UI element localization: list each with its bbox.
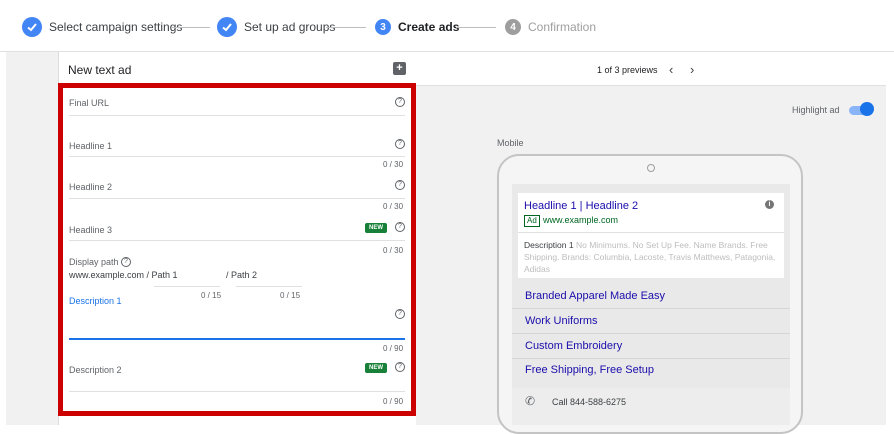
call-text[interactable]: Call 844-588-6275 [552, 397, 626, 407]
chevron-right-icon[interactable]: › [690, 62, 694, 77]
headline-1-input[interactable] [69, 156, 405, 157]
divider [518, 232, 784, 233]
description-1-counter: 0 / 90 [383, 344, 404, 353]
display-path-2[interactable]: / Path 2 [226, 270, 257, 280]
headline-2-input[interactable] [69, 198, 405, 199]
step-label: Confirmation [528, 20, 597, 34]
new-badge: NEW [365, 363, 387, 373]
step-label: Create ads [398, 20, 460, 34]
help-icon[interactable]: ? [395, 362, 405, 372]
ad-description: Description 1 No Minimums. No Set Up Fee… [524, 239, 782, 275]
sitelink[interactable]: Custom Embroidery [525, 340, 622, 352]
description-lead: Description 1 [524, 240, 574, 250]
help-icon[interactable]: ? [121, 257, 131, 267]
phone-camera-icon [647, 164, 655, 172]
description-1-input[interactable] [69, 338, 405, 340]
device-label: Mobile [497, 138, 524, 148]
display-path-prefix[interactable]: www.example.com / Path 1 [69, 270, 178, 280]
check-icon [217, 17, 237, 37]
divider [512, 308, 790, 309]
add-ad-icon[interactable]: + [393, 62, 406, 75]
sitelink[interactable]: Free Shipping, Free Setup [525, 364, 654, 376]
step-create-ads[interactable]: 3 Create ads [375, 17, 459, 37]
phone-icon: ✆ [525, 394, 536, 408]
ad-headline[interactable]: Headline 1 | Headline 2 [524, 200, 638, 212]
editor-header: New text ad + [58, 52, 416, 86]
description-2-input[interactable] [69, 391, 405, 392]
final-url-label: Final URL [69, 98, 110, 108]
headline-3-counter: 0 / 30 [383, 246, 404, 255]
progress-stepper: Select campaign settings Set up ad group… [0, 0, 894, 52]
headline-3-label: Headline 3 [69, 225, 113, 235]
step-number: 4 [505, 19, 521, 35]
description-1-label: Description 1 [69, 296, 122, 306]
sitelink[interactable]: Work Uniforms [525, 315, 598, 327]
step-label: Set up ad groups [244, 20, 336, 34]
description-2-counter: 0 / 90 [383, 397, 404, 406]
display-path-label: Display path [69, 257, 119, 267]
headline-2-counter: 0 / 30 [383, 202, 404, 211]
highlight-ad-label: Highlight ad [792, 105, 840, 115]
description-2-label: Description 2 [69, 365, 122, 375]
step-set-up-ad-groups[interactable]: Set up ad groups [217, 17, 335, 37]
ad-badge: Ad [524, 215, 540, 227]
info-icon[interactable]: i [765, 200, 774, 209]
step-select-campaign-settings[interactable]: Select campaign settings [22, 17, 182, 37]
check-icon [22, 17, 42, 37]
divider [512, 358, 790, 359]
path-2-counter: 0 / 15 [280, 291, 301, 300]
path-2-input[interactable] [236, 286, 302, 287]
sitelink[interactable]: Branded Apparel Made Easy [525, 290, 665, 302]
headline-1-counter: 0 / 30 [383, 160, 404, 169]
step-confirmation[interactable]: 4 Confirmation [505, 17, 596, 37]
help-icon[interactable]: ? [395, 97, 405, 107]
step-number: 3 [375, 19, 391, 35]
step-label: Select campaign settings [49, 20, 183, 34]
step-connector [326, 27, 366, 28]
step-connector [456, 27, 496, 28]
final-url-input[interactable] [69, 115, 405, 116]
ad-display-url: www.example.com [543, 215, 619, 225]
preview-count: 1 of 3 previews [597, 65, 658, 75]
headline-1-label: Headline 1 [69, 141, 113, 151]
help-icon[interactable]: ? [395, 309, 405, 319]
help-icon[interactable]: ? [395, 180, 405, 190]
path-1-input[interactable] [154, 286, 220, 287]
headline-3-input[interactable] [69, 240, 405, 241]
step-connector [172, 27, 210, 28]
help-icon[interactable]: ? [395, 139, 405, 149]
toggle-knob[interactable] [860, 102, 874, 116]
headline-2-label: Headline 2 [69, 182, 113, 192]
editor-title: New text ad [68, 63, 132, 77]
divider [512, 333, 790, 334]
new-badge: NEW [365, 223, 387, 233]
chevron-left-icon[interactable]: ‹ [669, 62, 673, 77]
help-icon[interactable]: ? [395, 222, 405, 232]
path-1-counter: 0 / 15 [201, 291, 222, 300]
